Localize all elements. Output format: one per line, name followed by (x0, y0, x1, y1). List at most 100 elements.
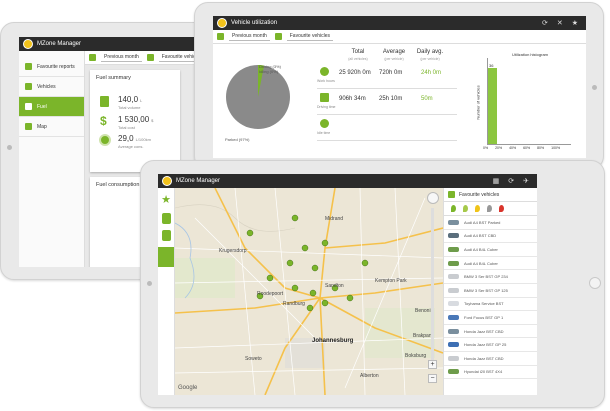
vehicles-panel-title: Favourite vehicles (459, 191, 500, 198)
favourites-dropdown[interactable]: Favourite vehicles (286, 32, 334, 41)
refresh-icon[interactable]: ⟳ (508, 177, 514, 185)
vehicle-name: Audi A4 BST CBD (464, 233, 497, 239)
zoom-in-button[interactable]: + (428, 360, 437, 369)
fuel-pump-icon (25, 103, 32, 110)
car-icon (448, 301, 459, 307)
vehicle-name: Toyhama Service BST (464, 301, 504, 307)
car-icon (448, 274, 459, 280)
layers-icon[interactable]: ▦ (493, 177, 500, 185)
vehicle-list-item[interactable]: Honda Jazz BST CBD (444, 352, 537, 366)
calendar-icon (89, 54, 96, 61)
refresh-icon[interactable]: ⟳ (542, 19, 548, 27)
clock-icon (320, 67, 329, 76)
camera (7, 145, 12, 150)
xtick: 60% (523, 146, 531, 150)
map-label-brakpan: Brakpan (413, 333, 432, 339)
vehicle-list-item[interactable]: Audi A4 B4L Cuber (444, 243, 537, 257)
steering-icon (320, 93, 329, 102)
map-icon[interactable] (158, 247, 174, 267)
filter-idling-icon[interactable] (475, 205, 480, 212)
car-icon (448, 287, 459, 293)
car-icon (448, 233, 459, 239)
vehicle-list-item[interactable]: Toyhama Service BST (444, 298, 537, 312)
avg-value: 29,0 (118, 134, 134, 143)
vehicle-icon (448, 191, 455, 198)
table-row-work-hours: Work hours 25 920h 0m 720h 0m 24h 0m (317, 65, 457, 89)
period-dropdown[interactable]: Previous month (229, 32, 270, 41)
vehicle-list-item[interactable]: Honda Jazz BST CBD (444, 325, 537, 339)
cell-daily: 50m (421, 96, 433, 102)
app-title: MZone Manager (176, 178, 221, 184)
table-row-driving-time: Driving time 906h 34m 25h 10m 50m (317, 91, 457, 115)
menu-item-vehicles[interactable]: Vehicles (19, 77, 84, 97)
map-pan-control[interactable] (427, 192, 439, 204)
map-label-alberton: Alberton (360, 373, 379, 379)
fuel-pump-icon (100, 96, 109, 107)
filter-driving-icon[interactable] (463, 205, 468, 212)
vehicle-list-item[interactable]: BMW 3 Ser BST GP 234 (444, 270, 537, 284)
filter-alert-icon[interactable] (499, 205, 504, 212)
map-canvas (175, 188, 443, 395)
vehicles-panel-header[interactable]: Favourite vehicles (444, 188, 537, 202)
table-row-idle-time: Idle time (317, 117, 457, 141)
xtick: 0% (483, 146, 489, 150)
car-icon (448, 355, 459, 361)
filter-icon[interactable]: ✕ (557, 19, 563, 27)
utilization-pie-chart (226, 65, 290, 129)
star-icon[interactable]: ★ (572, 19, 578, 27)
app-title: Vehicle utilization (231, 20, 278, 26)
menu-label: Fuel (37, 103, 47, 110)
cost-unit: $ (151, 118, 154, 123)
map-label-roodepoort: Roodepoort (257, 291, 284, 297)
filter-parked-icon[interactable] (487, 205, 492, 212)
car-icon (448, 342, 459, 348)
filter-all-icon[interactable] (451, 205, 456, 212)
camera (147, 281, 152, 286)
topbar-actions: ⟳ ✕ ★ (542, 19, 586, 27)
menu-label: Vehicles (37, 83, 56, 90)
map-label-midrand: Midrand (325, 216, 344, 222)
cell-total: 906h 34m (339, 96, 366, 102)
middle-subbar: Previous month Favourite vehicles (213, 30, 586, 44)
map-icon (25, 123, 32, 130)
side-menu: Favourite reports Vehicles Fuel Map (19, 51, 85, 267)
vehicle-name: Honda Jazz BST CBD (464, 328, 504, 334)
zoom-slider[interactable] (431, 208, 434, 368)
row-label: Work hours (317, 79, 335, 83)
map-view[interactable]: Krugersdorp Roodepoort Soweto Johannesbu… (175, 188, 443, 395)
menu-item-map[interactable]: Map (19, 117, 84, 137)
menu-item-fuel[interactable]: Fuel (19, 97, 84, 117)
star-icon[interactable]: ★ (160, 194, 173, 207)
col-subheader: (per vehicle) (420, 57, 440, 61)
menu-item-favourite-reports[interactable]: Favourite reports (19, 57, 84, 77)
row-label: Idle time (317, 131, 331, 135)
fuel-pump-icon[interactable] (161, 230, 171, 241)
vehicle-list-item[interactable]: Honda Jazz BST GP 25 (444, 338, 537, 352)
vehicle-list-item[interactable]: Audi A4 BST CBD (444, 230, 537, 244)
vehicle-name: Audi A4 B4L Cuber (464, 246, 498, 252)
map-label-johannesburg: Johannesburg (312, 338, 354, 344)
map-label-krugersdorp: Krugersdorp (219, 248, 247, 254)
app-logo (217, 18, 227, 28)
zoom-out-button[interactable]: − (428, 374, 437, 383)
vehicle-list: Audi A4 BST Parked Audi A4 BST CBD Audi A4… (444, 216, 537, 380)
car-icon (448, 314, 459, 320)
list-icon[interactable] (161, 213, 171, 224)
cell-daily: 24h 0m (421, 70, 442, 76)
satellite-icon[interactable]: ✈ (523, 177, 529, 185)
google-logo: Google (178, 385, 198, 391)
vehicle-name: BMW 3 Ser BST GP 234 (464, 274, 508, 280)
vehicle-list-item[interactable]: Hyundai i20 BST 4X4 (444, 366, 537, 380)
vehicle-list-item[interactable]: Audi A4 B4L Cuber (444, 257, 537, 271)
car-icon (448, 369, 459, 375)
vehicle-list-item[interactable]: BMW 3 Ser BST GP 125 (444, 284, 537, 298)
col-subheader: (per vehicle) (384, 57, 404, 61)
map-label-kempton-park: Kempton Park (375, 278, 407, 284)
period-dropdown[interactable]: Previous month (101, 53, 142, 62)
row-label: Driving time (317, 105, 336, 109)
vehicle-list-item[interactable]: Ford Focus BST GP 1 (444, 311, 537, 325)
traffic-light-icon (320, 119, 329, 128)
map-label-randburg: Randburg (283, 301, 305, 307)
fuel-summary-card: Fuel summary 140,0 L Total volume $ 1 530… (90, 70, 180, 172)
vehicle-list-item[interactable]: Audi A4 BST Parked (444, 216, 537, 230)
